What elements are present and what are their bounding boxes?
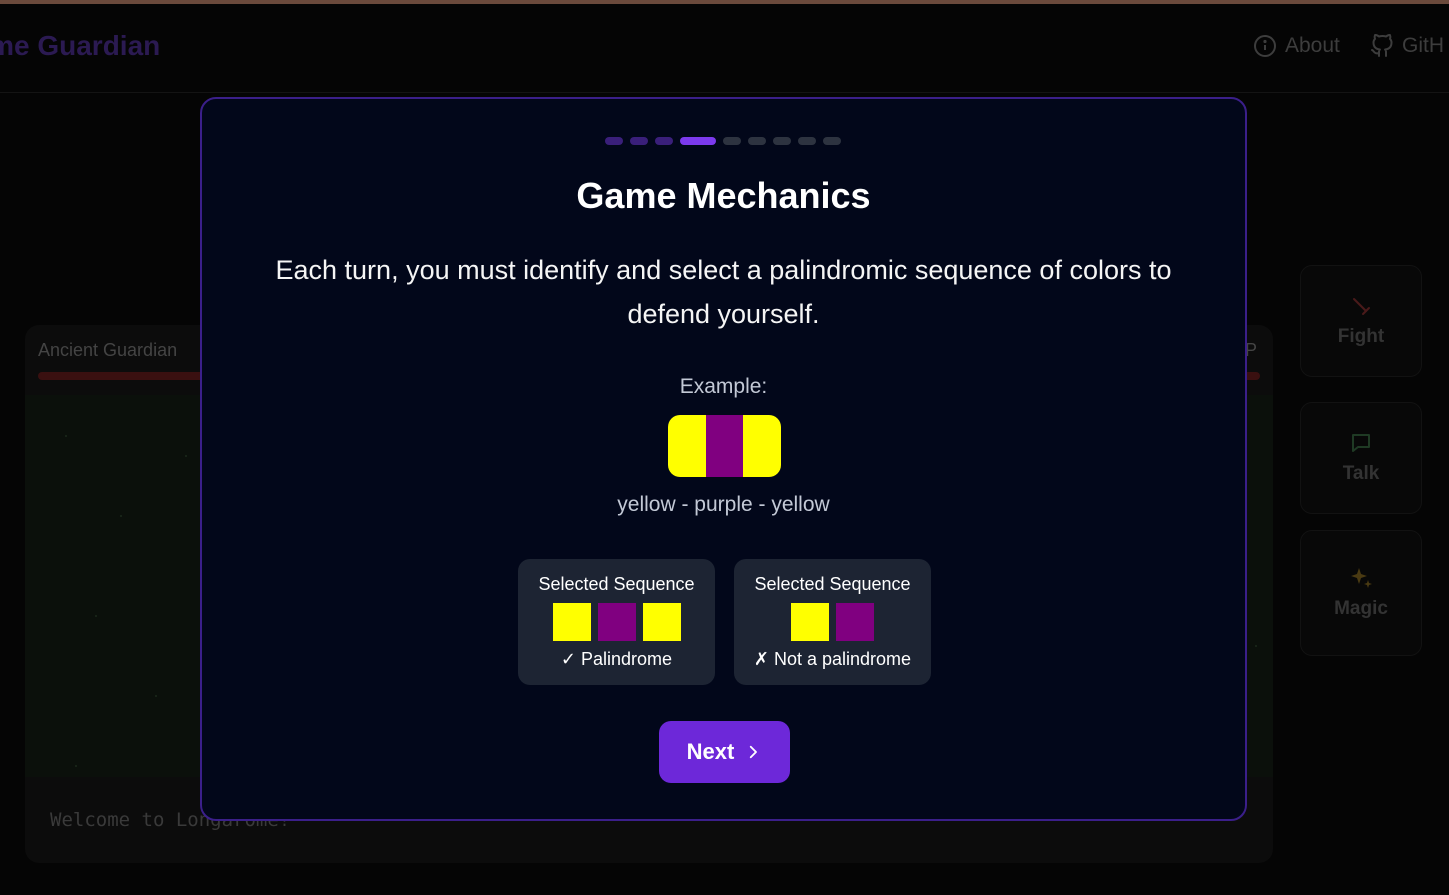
scene-particle [1255,645,1257,647]
app-header: ome Guardian About GitH [0,4,1449,93]
sword-icon [1353,298,1370,315]
example-caption: yellow - purple - yellow [617,493,830,516]
talk-label: Talk [1342,463,1380,484]
example-color-sequence [668,415,781,477]
about-link[interactable]: About [1253,34,1340,58]
card-title: Selected Sequence [538,574,695,594]
progress-step-current [680,137,716,145]
color-swatch [836,603,874,641]
progress-step [605,137,623,145]
example-label: Example: [679,375,768,398]
github-label: GitH [1402,34,1444,57]
fight-button[interactable]: Fight [1300,265,1422,377]
github-link[interactable]: GitH [1370,34,1444,58]
scene-particle [120,515,122,517]
scene-particle [95,615,97,617]
progress-step [773,137,791,145]
progress-step [798,137,816,145]
palindrome-example-card: Selected Sequence ✓ Palindrome [518,559,715,685]
tutorial-progress [605,137,841,145]
talk-button[interactable]: Talk [1300,402,1422,514]
about-label: About [1285,34,1340,57]
magic-label: Magic [1334,598,1388,619]
scene-particle [65,435,67,437]
next-button[interactable]: Next [659,721,790,783]
card-result: ✗ Not a palindrome [753,649,912,669]
card-title: Selected Sequence [754,574,911,594]
progress-step [823,137,841,145]
magic-button[interactable]: Magic [1300,530,1422,656]
modal-description: Each turn, you must identify and select … [275,255,1172,329]
chat-bubble-icon [1352,434,1370,452]
color-swatch [642,603,681,641]
fight-label: Fight [1337,326,1385,347]
info-icon [1254,35,1276,57]
progress-step [723,137,741,145]
enemy-name: Ancient Guardian [38,340,178,360]
sparkles-icon [1351,568,1372,588]
scene-particle [185,455,187,457]
app-title: ome Guardian [0,30,161,61]
tutorial-modal: Game Mechanics Each turn, you must ident… [200,97,1247,821]
github-icon [1371,34,1393,57]
modal-title: Game Mechanics [576,175,871,216]
color-swatch [668,415,706,477]
progress-step [630,137,648,145]
scene-particle [155,695,157,697]
progress-step [748,137,766,145]
card-result: ✓ Palindrome [560,649,673,669]
color-swatch [597,603,636,641]
color-swatch [791,603,829,641]
scene-particle [75,765,77,767]
color-swatch [705,415,744,477]
progress-step [655,137,673,145]
color-swatch [552,603,591,641]
card-color-sequence [734,603,931,641]
next-label: Next [686,739,735,764]
non-palindrome-example-card: Selected Sequence ✗ Not a palindrome [734,559,931,685]
chevron-right-icon [750,745,758,759]
color-swatch [743,415,781,477]
card-color-sequence [518,603,715,641]
